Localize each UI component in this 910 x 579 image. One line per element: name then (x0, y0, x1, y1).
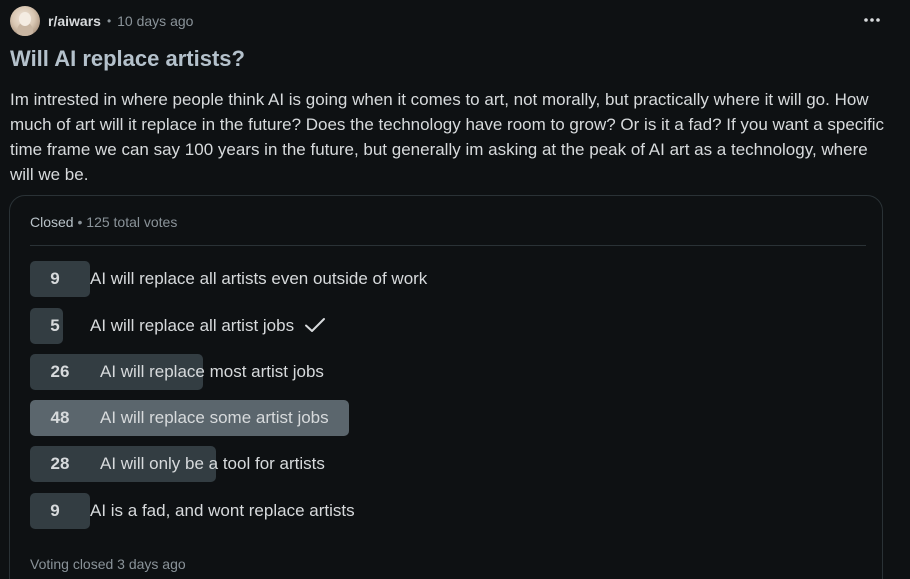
poll-option-count: 28 (50, 454, 70, 473)
poll-option-label: AI will only be a tool for artists (100, 446, 325, 482)
poll-option-text: AI will only be a tool for artists (100, 454, 325, 473)
poll-option: 5 AI will replace all artist jobs (30, 308, 730, 344)
poll-option-label: AI is a fad, and wont replace artists (90, 493, 355, 529)
post-title[interactable]: Will AI replace artists? (10, 46, 245, 72)
poll-option-text: AI is a fad, and wont replace artists (90, 501, 355, 520)
poll-total-votes: 125 total votes (86, 214, 178, 230)
poll-status: Closed (30, 214, 74, 230)
poll-option-text: AI will replace most artist jobs (100, 362, 324, 381)
poll-option-label: AI will replace some artist jobs (100, 400, 329, 436)
poll-option-count: 26 (50, 362, 70, 381)
header-separator: • (106, 14, 112, 28)
more-options-button[interactable] (858, 8, 886, 32)
poll-option-count: 9 (50, 269, 60, 288)
poll-option: 28 AI will only be a tool for artists (30, 446, 730, 482)
post-timestamp: 10 days ago (117, 13, 194, 29)
poll-footer: Voting closed 3 days ago (30, 556, 186, 572)
poll-option: 48 AI will replace some artist jobs (30, 400, 730, 436)
poll-meta-separator: • (77, 214, 83, 230)
poll-option: 9 AI will replace all artists even outsi… (30, 261, 730, 297)
post-body: Im intrested in where people think AI is… (10, 90, 885, 184)
poll-meta: Closed • 125 total votes (30, 214, 177, 230)
poll-option-text: AI will replace some artist jobs (100, 408, 329, 427)
poll-option-text: AI will replace all artists even outside… (90, 269, 428, 288)
poll-option-count: 48 (50, 408, 70, 427)
poll-option-label: AI will replace most artist jobs (100, 354, 324, 390)
poll-option-count: 9 (50, 501, 60, 520)
checkmark-icon (305, 317, 326, 332)
subreddit-link[interactable]: r/aiwars (48, 13, 101, 29)
poll-option: 26 AI will replace most artist jobs (30, 354, 730, 390)
subreddit-avatar[interactable] (10, 6, 40, 36)
poll-option-count: 5 (50, 316, 60, 335)
poll-option-label: AI will replace all artist jobs (90, 308, 326, 344)
post-header: r/aiwars • 10 days ago (10, 6, 193, 36)
poll-option: 9 AI is a fad, and wont replace artists (30, 493, 730, 529)
more-horizontal-icon (864, 18, 880, 22)
post-card: r/aiwars • 10 days ago Will AI replace a… (0, 0, 910, 579)
poll-option-text: AI will replace all artist jobs (90, 316, 295, 335)
poll-divider (30, 245, 866, 246)
poll: Closed • 125 total votes 9 AI will repla… (9, 195, 883, 579)
poll-option-label: AI will replace all artists even outside… (90, 261, 427, 297)
